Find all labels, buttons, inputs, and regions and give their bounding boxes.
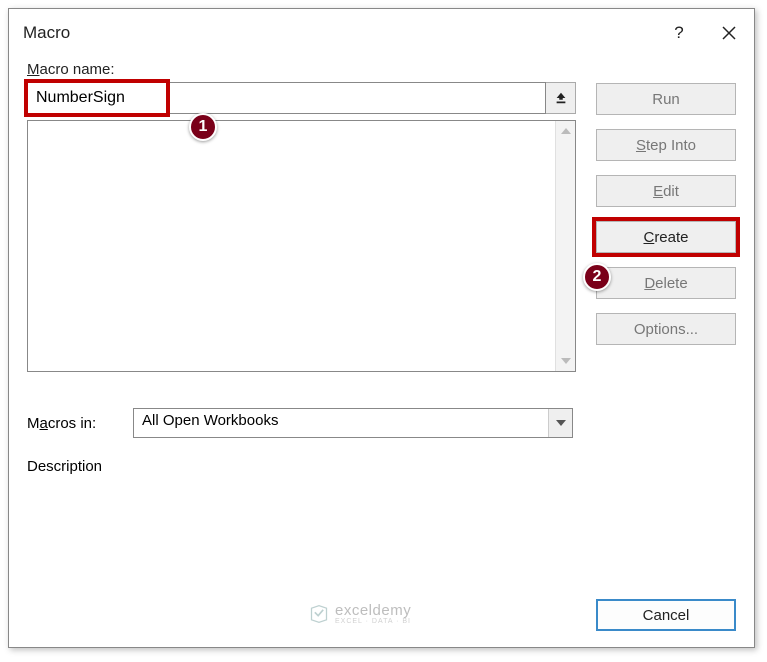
step-into-button-label: Step Into: [636, 137, 696, 154]
goto-button[interactable]: [546, 82, 576, 114]
cancel-button-label: Cancel: [643, 607, 690, 624]
cancel-button[interactable]: Cancel: [596, 599, 736, 631]
dialog-title: Macro: [23, 23, 70, 43]
dialog-footer: Cancel: [596, 599, 736, 631]
watermark-sub: EXCEL · DATA · BI: [335, 618, 411, 625]
titlebar: Macro ?: [9, 9, 754, 57]
options-button-label: Options...: [634, 321, 698, 338]
delete-button-label: Delete: [644, 275, 687, 292]
chevron-down-icon: [548, 409, 572, 437]
annotation-badge-2: 2: [583, 263, 611, 291]
macro-listbox[interactable]: [27, 120, 576, 372]
exceldemy-logo-icon: [309, 604, 329, 624]
watermark-main: exceldemy: [335, 603, 411, 618]
watermark: exceldemy EXCEL · DATA · BI: [309, 603, 411, 625]
dialog-content: Macro name:: [9, 57, 754, 485]
create-button-label: Create: [643, 229, 688, 246]
delete-button[interactable]: Delete: [596, 267, 736, 299]
scroll-down-icon[interactable]: [556, 351, 576, 371]
run-button-label: Run: [652, 91, 680, 108]
macro-name-input-extension[interactable]: [167, 82, 546, 114]
step-into-button[interactable]: Step Into: [596, 129, 736, 161]
options-button[interactable]: Options...: [596, 313, 736, 345]
create-button[interactable]: Create: [596, 221, 736, 253]
question-icon: ?: [674, 23, 683, 43]
macro-name-input[interactable]: [27, 82, 167, 114]
edit-button[interactable]: Edit: [596, 175, 736, 207]
edit-button-label: Edit: [653, 183, 679, 200]
help-button[interactable]: ?: [654, 15, 704, 51]
close-button[interactable]: [704, 15, 754, 51]
up-arrow-icon: [554, 91, 568, 105]
macro-name-label: Macro name:: [27, 61, 576, 78]
annotation-badge-1: 1: [189, 113, 217, 141]
scroll-up-icon[interactable]: [556, 121, 576, 141]
macro-dialog: Macro ? Macro name:: [8, 8, 755, 648]
macro-name-row: [27, 82, 576, 114]
macros-in-label: Macros in:: [27, 415, 123, 432]
macros-in-row: Macros in: All Open Workbooks: [27, 408, 576, 438]
titlebar-controls: ?: [654, 15, 754, 51]
close-icon: [721, 25, 737, 41]
macros-in-dropdown[interactable]: All Open Workbooks: [133, 408, 573, 438]
run-button[interactable]: Run: [596, 83, 736, 115]
scrollbar-vertical[interactable]: [555, 121, 575, 371]
action-buttons-column: Run Step Into Edit Create Delete Options…: [596, 61, 736, 475]
description-label: Description: [27, 458, 576, 475]
macros-in-value: All Open Workbooks: [134, 409, 548, 437]
